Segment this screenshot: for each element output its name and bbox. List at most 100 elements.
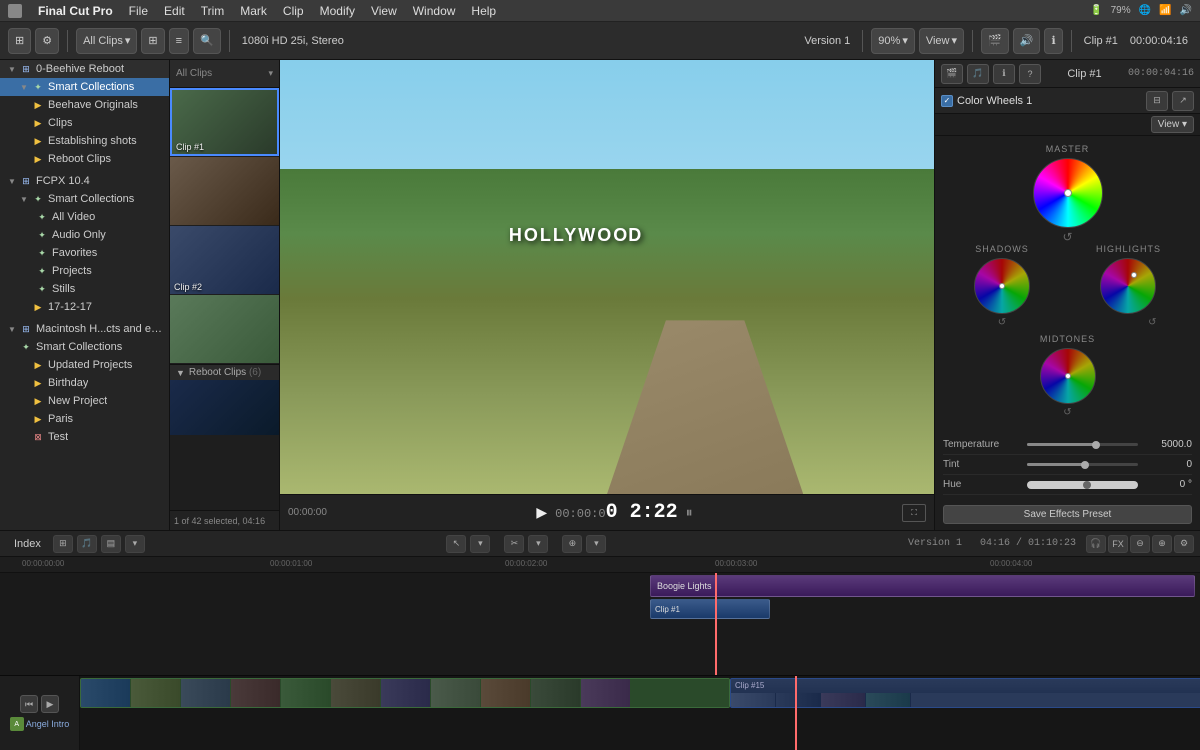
search-btn[interactable]: 🔍 (193, 28, 221, 54)
clip-sort-icon[interactable]: ▾ (268, 68, 273, 79)
toolbar-library-btn[interactable]: ⊞ (8, 28, 31, 54)
timeline-roles-btn[interactable]: ▾ (125, 535, 145, 553)
menu-modify[interactable]: Modify (320, 4, 355, 18)
inspector-info-tab[interactable]: ℹ (993, 64, 1015, 84)
color-wheels-settings[interactable]: ⊟ (1146, 91, 1168, 111)
master-color-wheel[interactable] (1033, 158, 1103, 228)
angel-intro-label[interactable]: Angel Intro (26, 719, 70, 729)
menu-trim[interactable]: Trim (201, 4, 225, 18)
menu-view[interactable]: View (371, 4, 397, 18)
inspector-audio-tab[interactable]: 🎵 (967, 64, 989, 84)
menu-edit[interactable]: Edit (164, 4, 185, 18)
midtones-wheel-dot[interactable] (1065, 373, 1071, 379)
sidebar-item-smart-collections[interactable]: ▼ ✦ Smart Collections (0, 78, 169, 96)
sidebar-birthday[interactable]: ▶ Birthday (0, 374, 169, 392)
sidebar-projects[interactable]: ✦ Projects (0, 262, 169, 280)
go-to-start-btn[interactable]: ⏮ (20, 695, 38, 713)
timeline-clip-btn[interactable]: ⊞ (53, 535, 73, 553)
temperature-slider[interactable] (1027, 443, 1138, 446)
sidebar-stills[interactable]: ✦ Stills (0, 280, 169, 298)
clip-list-btn[interactable]: ≡ (169, 28, 189, 54)
sidebar-mac-smart[interactable]: ✦ Smart Collections (0, 338, 169, 356)
menu-mark[interactable]: Mark (240, 4, 267, 18)
shadows-wheel-dot[interactable] (999, 283, 1005, 289)
clip-selector[interactable]: All Clips ▾ (76, 28, 137, 54)
inspector-fx-tab[interactable]: ? (1019, 64, 1041, 84)
sidebar-item-reboot[interactable]: ▶ Reboot Clips (0, 150, 169, 168)
timeline-audio-btn[interactable]: 🎵 (77, 535, 97, 553)
edit-tool-btn[interactable]: ✂ (504, 535, 524, 553)
edit-dropdown-btn[interactable]: ▾ (528, 535, 548, 553)
hue-thumb[interactable] (1083, 481, 1091, 489)
inspector-video-btn[interactable]: 🎬 (981, 28, 1009, 54)
highlights-wheel-dot[interactable] (1131, 272, 1137, 278)
menu-clip[interactable]: Clip (283, 4, 304, 18)
sidebar-fcpx-smart[interactable]: ▼ ✦ Smart Collections (0, 190, 169, 208)
timeline-zoom-in[interactable]: ⊕ (1152, 535, 1172, 553)
clip-thumb-1[interactable]: Clip #1 (170, 88, 279, 156)
menu-help[interactable]: Help (471, 4, 496, 18)
sidebar-item-establishing[interactable]: ▶ Establishing shots (0, 132, 169, 150)
clip-thumb-3[interactable]: Clip #2 (170, 226, 279, 294)
pause-button[interactable]: ⏸ (686, 504, 693, 521)
sidebar-favorites[interactable]: ✦ Favorites (0, 244, 169, 262)
sidebar-new-project[interactable]: ▶ New Project (0, 392, 169, 410)
tint-slider[interactable] (1027, 463, 1138, 466)
select-dropdown-btn[interactable]: ▾ (470, 535, 490, 553)
sidebar-all-video[interactable]: ✦ All Video (0, 208, 169, 226)
sidebar-date[interactable]: ▶ 17-12-17 (0, 298, 169, 316)
sidebar-item-beehave[interactable]: ▶ Beehave Originals (0, 96, 169, 114)
menu-file[interactable]: File (129, 4, 148, 18)
sidebar-test[interactable]: ⊠ Test (0, 428, 169, 446)
transform-tool-btn[interactable]: ⊕ (562, 535, 582, 553)
clip-thumb-4[interactable] (170, 295, 279, 363)
zoom-btn[interactable]: 90% ▾ (871, 28, 915, 54)
inspector-info-btn[interactable]: ℹ (1044, 28, 1062, 54)
toolbar-settings-btn[interactable]: ⚙ (35, 28, 59, 54)
sidebar-item-clips[interactable]: ▶ Clips (0, 114, 169, 132)
shadows-color-wheel[interactable] (974, 258, 1030, 314)
inspector-audio-btn[interactable]: 🔊 (1013, 28, 1041, 54)
sidebar-updated-projects[interactable]: ▶ Updated Projects (0, 356, 169, 374)
menu-window[interactable]: Window (413, 4, 456, 18)
clip1-timeline[interactable]: Clip #1 (650, 599, 770, 619)
clip15-track[interactable]: Clip #15 (730, 678, 1200, 708)
timeline-settings[interactable]: ⚙ (1174, 535, 1194, 553)
master-reset-icon[interactable]: ↺ (1062, 230, 1072, 244)
color-wheels-expand[interactable]: ↗ (1172, 91, 1194, 111)
sidebar-audio-only[interactable]: ✦ Audio Only (0, 226, 169, 244)
lower-green-track[interactable] (80, 678, 730, 708)
master-wheel-dot[interactable] (1064, 189, 1072, 197)
play-button[interactable]: ▶ (536, 504, 547, 521)
timeline-subtitle-btn[interactable]: ▤ (101, 535, 121, 553)
fullscreen-btn[interactable]: ⛶ (902, 504, 926, 522)
save-effects-preset-btn[interactable]: Save Effects Preset (943, 505, 1192, 524)
reboot-section-header[interactable]: ▼ Reboot Clips (6) (170, 364, 279, 380)
highlights-color-wheel[interactable] (1100, 258, 1156, 314)
timeline-zoom-out[interactable]: ⊖ (1130, 535, 1150, 553)
select-tool-btn[interactable]: ↖ (446, 535, 466, 553)
transform-dropdown-btn[interactable]: ▾ (586, 535, 606, 553)
timeline-audio-icon[interactable]: 🎧 (1086, 535, 1106, 553)
timeline-fx-btn[interactable]: FX (1108, 535, 1128, 553)
sidebar-mac-library[interactable]: ▼ ⊞ Macintosh H...cts and events (0, 320, 169, 338)
shadows-reset-icon[interactable]: ↺ (998, 317, 1006, 328)
clip-thumb-2[interactable] (170, 157, 279, 225)
midtones-color-wheel[interactable] (1040, 348, 1096, 404)
highlights-reset-icon[interactable]: ↺ (1148, 317, 1156, 328)
sidebar-paris[interactable]: ▶ Paris (0, 410, 169, 428)
color-wheels-checkbox[interactable]: ✓ (941, 95, 953, 107)
hue-slider[interactable] (1027, 481, 1138, 489)
sidebar-fcpx-library[interactable]: ▼ ⊞ FCPX 10.4 (0, 172, 169, 190)
clip-view-btn[interactable]: ⊞ (141, 28, 164, 54)
sidebar-library-root[interactable]: ▼ ⊞ 0-Beehive Reboot (0, 60, 169, 78)
tint-thumb[interactable] (1081, 461, 1089, 469)
timeline-index-label[interactable]: Index (6, 538, 49, 550)
temperature-thumb[interactable] (1092, 441, 1100, 449)
color-view-dropdown[interactable]: View ▾ (1151, 116, 1194, 133)
inspector-video-tab[interactable]: 🎬 (941, 64, 963, 84)
view-btn[interactable]: View ▾ (919, 28, 964, 54)
reboot-clip-thumb[interactable] (170, 380, 279, 435)
midtones-reset-icon[interactable]: ↺ (1063, 407, 1071, 418)
playhead[interactable] (715, 573, 717, 675)
